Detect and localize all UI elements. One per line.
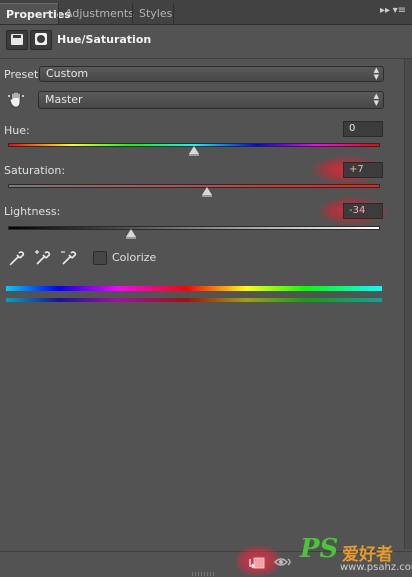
resize-grip[interactable] [192, 572, 214, 576]
tab-adjustments[interactable]: Adjustments [58, 3, 134, 24]
lightness-slider-track[interactable] [8, 226, 380, 230]
eyedropper-icon[interactable] [8, 249, 26, 267]
panel-scroll-strip [404, 59, 412, 549]
panel-tab-bar: Properties Adjustments Styles ▸▸ ▾≡ [0, 0, 412, 25]
hue-value-field[interactable]: 0 [343, 121, 383, 137]
channel-value: Master [45, 93, 83, 106]
hue-slider-thumb[interactable] [189, 146, 199, 156]
panel-menu-icon[interactable]: ▾≡ [393, 5, 406, 16]
eyedropper-plus-icon[interactable] [34, 249, 52, 267]
watermark-logo: PS 爱好者 www.psahz.com [300, 534, 412, 576]
targeted-adjustment-hand-icon[interactable] [7, 90, 27, 110]
colorize-label: Colorize [112, 251, 157, 264]
preset-value: Custom [46, 67, 89, 80]
select-arrows-icon: ▲ ▼ [373, 92, 379, 107]
channel-select[interactable]: Master ▲ ▼ [38, 91, 384, 109]
watermark-brand: PS [300, 534, 339, 564]
preset-select[interactable]: Custom ▲ ▼ [39, 66, 384, 82]
lightness-label: Lightness: [4, 205, 61, 218]
header-divider [0, 58, 412, 59]
lightness-value-field[interactable]: -34 [343, 203, 383, 219]
preset-label: Preset: [4, 68, 43, 81]
tab-styles[interactable]: Styles [132, 3, 174, 24]
saturation-label: Saturation: [4, 164, 66, 177]
lightness-slider-thumb[interactable] [125, 229, 136, 239]
properties-header: Hue/Saturation [0, 25, 412, 56]
hue-label: Hue: [4, 124, 30, 137]
output-color-bar [6, 298, 382, 302]
colorize-checkbox[interactable] [93, 251, 107, 265]
panel-title: Hue/Saturation [57, 33, 152, 46]
view-previous-state-icon[interactable] [273, 554, 295, 570]
select-arrows-icon: ▲ ▼ [373, 66, 379, 81]
collapse-panel-icon[interactable]: ▸▸ [380, 5, 390, 16]
clip-to-layer-icon[interactable] [246, 555, 268, 571]
layer-mask-icon[interactable] [30, 30, 52, 50]
saturation-slider-track[interactable] [8, 184, 380, 188]
saturation-slider-thumb[interactable] [202, 187, 213, 197]
saturation-value-field[interactable]: +7 [343, 162, 383, 178]
eyedropper-minus-icon[interactable] [60, 249, 78, 267]
properties-panel: Properties Adjustments Styles ▸▸ ▾≡ Hue/… [0, 0, 412, 577]
input-color-bar [6, 286, 382, 291]
adjustment-layer-icon[interactable] [6, 30, 28, 50]
watermark-url: www.psahz.com [340, 562, 412, 573]
tab-properties[interactable]: Properties [0, 3, 71, 24]
